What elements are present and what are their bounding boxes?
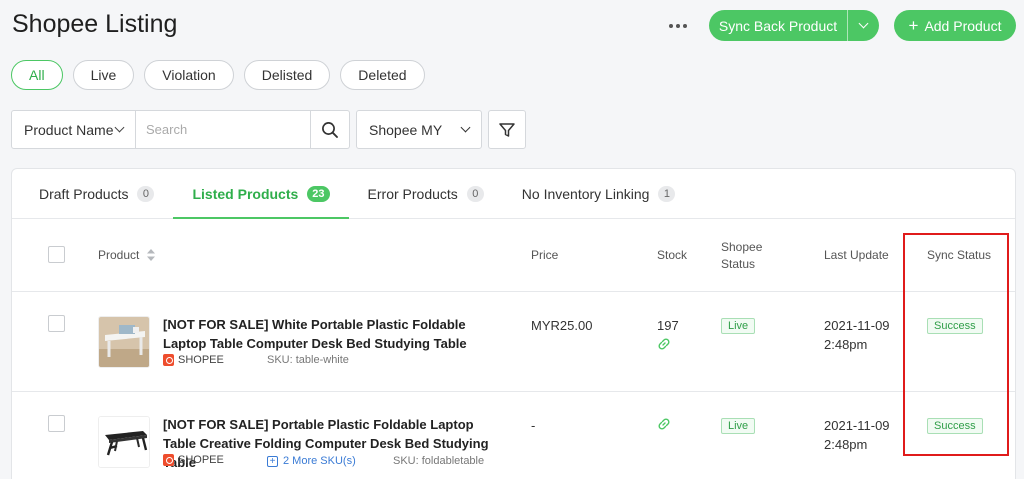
tab-label: No Inventory Linking — [521, 185, 650, 202]
tab-count-badge: 23 — [307, 185, 330, 202]
select-all-checkbox[interactable] — [48, 246, 65, 263]
product-stock: 197 — [657, 318, 679, 333]
table-row: [NOT FOR SALE] White Portable Plastic Fo… — [12, 292, 1015, 392]
last-update: 2021-11-09 2:48pm — [824, 416, 890, 454]
product-sku: SKU: foldabletable — [393, 455, 485, 467]
tab-count-badge: 0 — [137, 185, 155, 202]
store-select-label: Shopee MY — [369, 121, 443, 138]
dot-icon — [683, 24, 687, 28]
chevron-down-icon — [858, 18, 869, 29]
shopee-status-badge: Live — [721, 318, 756, 334]
more-sku-label: 2 More SKU(s) — [283, 455, 356, 467]
tab-count-badge: 1 — [658, 185, 676, 202]
product-channel: SHOPEE — [163, 454, 224, 466]
row-checkbox[interactable] — [48, 315, 65, 332]
last-update: 2021-11-09 2:48pm — [824, 316, 890, 354]
column-shopee-status: Shopee Status — [721, 240, 763, 271]
chevron-down-icon — [114, 122, 125, 133]
column-last-update: Last Update — [824, 248, 889, 262]
tab-count-badge: 0 — [466, 185, 484, 202]
tab-label: Draft Products — [39, 185, 129, 202]
tab-label: Listed Products — [192, 185, 299, 202]
row-checkbox[interactable] — [48, 415, 65, 432]
sync-dropdown-toggle[interactable] — [848, 10, 879, 41]
search-input[interactable] — [136, 110, 311, 149]
search-bar: Product Name — [11, 110, 350, 149]
more-sku-link[interactable]: + 2 More SKU(s) — [267, 455, 356, 467]
product-name[interactable]: [NOT FOR SALE] White Portable Plastic Fo… — [163, 315, 503, 353]
link-icon[interactable] — [657, 337, 671, 351]
sort-icon — [147, 249, 156, 261]
sync-back-product-label[interactable]: Sync Back Product — [709, 10, 848, 41]
product-channel: SHOPEE — [163, 354, 224, 366]
shopee-icon — [163, 454, 174, 466]
column-price: Price — [531, 248, 559, 262]
last-update-date: 2021-11-09 — [824, 318, 890, 333]
product-thumbnail[interactable] — [98, 416, 150, 468]
shopee-icon — [163, 354, 174, 366]
chevron-down-icon — [460, 122, 471, 133]
last-update-time: 2:48pm — [824, 337, 868, 352]
last-update-date: 2021-11-09 — [824, 418, 890, 433]
product-thumbnail[interactable] — [98, 316, 150, 368]
sync-status-badge: Success — [927, 318, 983, 334]
search-field-select[interactable]: Product Name — [11, 110, 136, 149]
column-sync-status: Sync Status — [927, 248, 992, 262]
laptop-table-image-white — [99, 317, 149, 367]
filter-delisted[interactable]: Delisted — [243, 60, 331, 90]
laptop-table-image-black — [99, 417, 149, 467]
product-table-panel: Draft Products 0 Listed Products 23 Erro… — [11, 168, 1016, 479]
filter-live[interactable]: Live — [72, 60, 135, 90]
tab-no-inventory-linking[interactable]: No Inventory Linking 1 — [503, 169, 695, 218]
table-header: Product Price Stock Shopee Status Last U… — [12, 220, 1015, 292]
column-product-label: Product — [98, 248, 140, 262]
filter-button[interactable] — [488, 110, 526, 149]
more-options-button[interactable] — [664, 14, 692, 38]
sync-status-badge: Success — [927, 418, 983, 434]
product-price: MYR25.00 — [531, 318, 593, 333]
page-title: Shopee Listing — [12, 10, 178, 38]
sync-back-product-button[interactable]: Sync Back Product — [709, 10, 879, 41]
add-product-button[interactable]: + Add Product — [894, 10, 1016, 41]
search-field-label: Product Name — [24, 121, 114, 138]
filter-icon — [499, 122, 515, 137]
plus-icon: + — [908, 16, 919, 35]
last-update-time: 2:48pm — [824, 437, 868, 452]
search-button[interactable] — [311, 110, 350, 149]
table-row: [NOT FOR SALE] Portable Plastic Foldable… — [12, 392, 1015, 479]
expand-plus-icon: + — [267, 455, 278, 467]
dot-icon — [676, 24, 680, 28]
filter-all[interactable]: All — [11, 60, 63, 90]
shopee-status-badge: Live — [721, 418, 756, 434]
tab-label: Error Products — [367, 185, 458, 202]
tab-draft-products[interactable]: Draft Products 0 — [20, 169, 173, 218]
filter-deleted[interactable]: Deleted — [340, 60, 425, 90]
status-filter-pills: All Live Violation Delisted Deleted — [11, 60, 425, 90]
channel-label: SHOPEE — [178, 454, 224, 466]
product-tabs: Draft Products 0 Listed Products 23 Erro… — [12, 169, 1015, 219]
column-stock: Stock — [657, 248, 688, 262]
tab-error-products[interactable]: Error Products 0 — [349, 169, 503, 218]
filter-violation[interactable]: Violation — [144, 60, 234, 90]
search-icon — [322, 121, 338, 138]
product-sku: SKU: table-white — [267, 354, 349, 366]
channel-label: SHOPEE — [178, 354, 224, 366]
tab-listed-products[interactable]: Listed Products 23 — [173, 169, 349, 219]
column-product[interactable]: Product — [98, 248, 156, 262]
dot-icon — [669, 24, 673, 28]
product-price: - — [531, 418, 536, 433]
add-product-label: Add Product — [924, 17, 1002, 34]
link-icon[interactable] — [657, 417, 671, 431]
store-select[interactable]: Shopee MY — [356, 110, 482, 149]
